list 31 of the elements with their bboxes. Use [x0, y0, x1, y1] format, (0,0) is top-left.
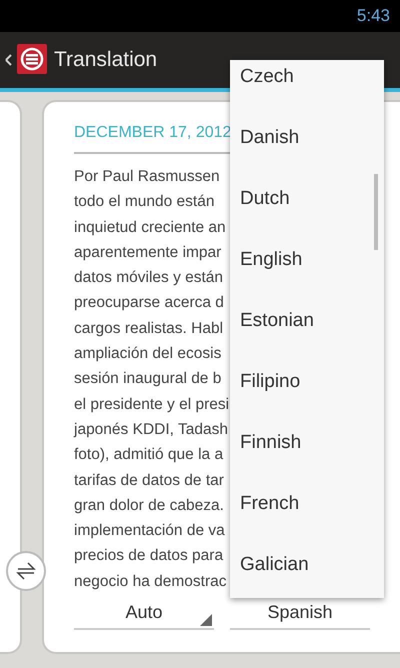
article-text-line: datos móviles y están: [74, 268, 224, 288]
article-text-line: sesión inaugural de b: [74, 369, 222, 390]
article-text-line: implementación de va: [74, 521, 226, 542]
article-text-line: Por Paul Rasmussen: [74, 167, 221, 187]
article-text-line: aparentemente impar: [74, 242, 222, 263]
language-menu-item[interactable]: French: [230, 473, 384, 534]
article-text-line: el presidente y el presi: [74, 394, 230, 415]
article-text-line: precios de datos para: [74, 546, 224, 566]
language-menu-item[interactable]: Finnish: [230, 412, 384, 473]
language-menu-item[interactable]: English: [230, 229, 384, 290]
language-menu-item[interactable]: Galician: [230, 534, 384, 595]
screen-title: Translation: [54, 48, 158, 72]
language-menu-item[interactable]: Estonian: [230, 290, 384, 351]
article-text-line: negocio ha demostrac: [74, 572, 228, 592]
article-text-line: inquietud creciente an: [74, 218, 227, 238]
article-text-line: todo el mundo están: [74, 192, 216, 212]
article-text-line: tarifas de datos de tar: [74, 470, 225, 491]
status-time: 5:43: [356, 6, 390, 26]
article-text-line: ampliación del ecosis: [74, 344, 222, 364]
dropdown-corner-icon: [200, 614, 212, 626]
article-text-line: japonés KDDI, Tadash: [74, 420, 229, 440]
language-menu-item[interactable]: Dutch: [230, 168, 384, 229]
app-logo-icon[interactable]: [4, 43, 48, 77]
language-menu-item[interactable]: Czech: [230, 60, 384, 107]
swap-icon: [15, 560, 37, 582]
article-text-line: foto), admitió que la a: [74, 445, 224, 466]
article-text-line: cargos realistas. Habl: [74, 318, 224, 339]
language-menu-item[interactable]: Filipino: [230, 351, 384, 412]
article-text-line: preocuparse acerca d: [74, 293, 225, 314]
source-language-button[interactable]: Auto: [74, 596, 214, 630]
article-text-line: gran dolor de cabeza.: [74, 496, 225, 516]
